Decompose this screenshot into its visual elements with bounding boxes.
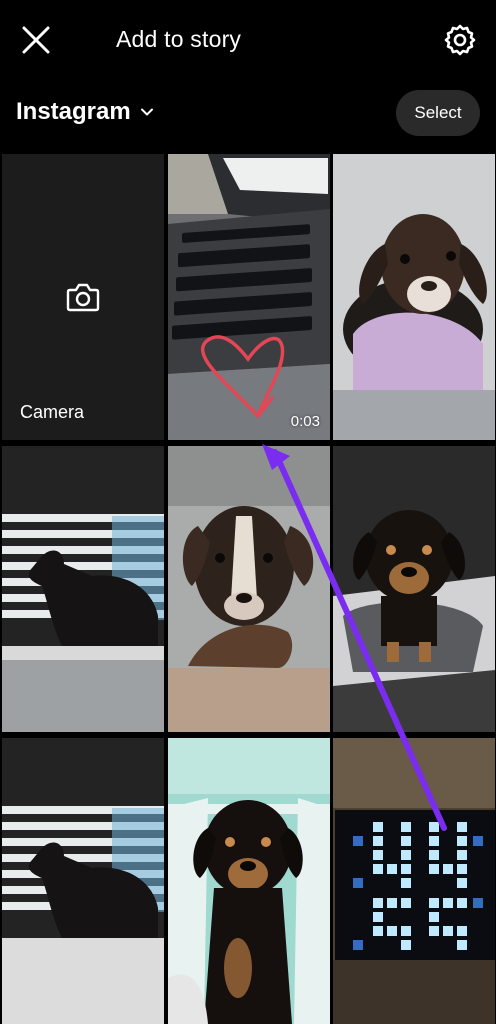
- puppy-thumbnail: [333, 154, 495, 440]
- media-tile-photo[interactable]: [333, 154, 495, 440]
- page-title: Add to story: [116, 26, 242, 52]
- media-tile-photo[interactable]: [333, 738, 495, 1024]
- close-button[interactable]: [16, 20, 56, 60]
- settings-button[interactable]: [440, 20, 480, 60]
- media-tile-photo[interactable]: [2, 738, 164, 1024]
- camera-icon: [66, 283, 100, 312]
- led-clock-thumbnail: [333, 738, 495, 1024]
- media-tile-photo[interactable]: [168, 446, 330, 732]
- media-tile-photo[interactable]: [333, 446, 495, 732]
- close-icon: [22, 26, 50, 54]
- media-tile-video[interactable]: 0:03: [168, 154, 330, 440]
- dog-blinds-thumbnail: [2, 446, 164, 732]
- video-duration: 0:03: [290, 413, 320, 430]
- camera-tile[interactable]: Camera: [2, 154, 164, 440]
- media-tile-photo[interactable]: [168, 738, 330, 1024]
- puppy-hand-thumbnail: [168, 446, 330, 732]
- media-grid: Camera 0:03: [0, 154, 496, 1024]
- source-label: Instagram: [16, 98, 131, 125]
- source-row: Instagram Select: [0, 84, 496, 146]
- dachshund-mat-thumbnail: [333, 446, 495, 732]
- gear-icon: [444, 24, 476, 56]
- chevron-down-icon: [140, 108, 153, 116]
- top-bar: Add to story: [0, 0, 496, 80]
- laptop-thumbnail: [168, 154, 330, 440]
- source-dropdown[interactable]: Instagram: [16, 98, 155, 126]
- media-tile-photo[interactable]: [2, 446, 164, 732]
- select-button[interactable]: Select: [396, 90, 480, 136]
- camera-label: Camera: [20, 402, 85, 422]
- dog-blinds-thumbnail-2: [2, 738, 164, 1024]
- dachshund-railing-thumbnail: [168, 738, 330, 1024]
